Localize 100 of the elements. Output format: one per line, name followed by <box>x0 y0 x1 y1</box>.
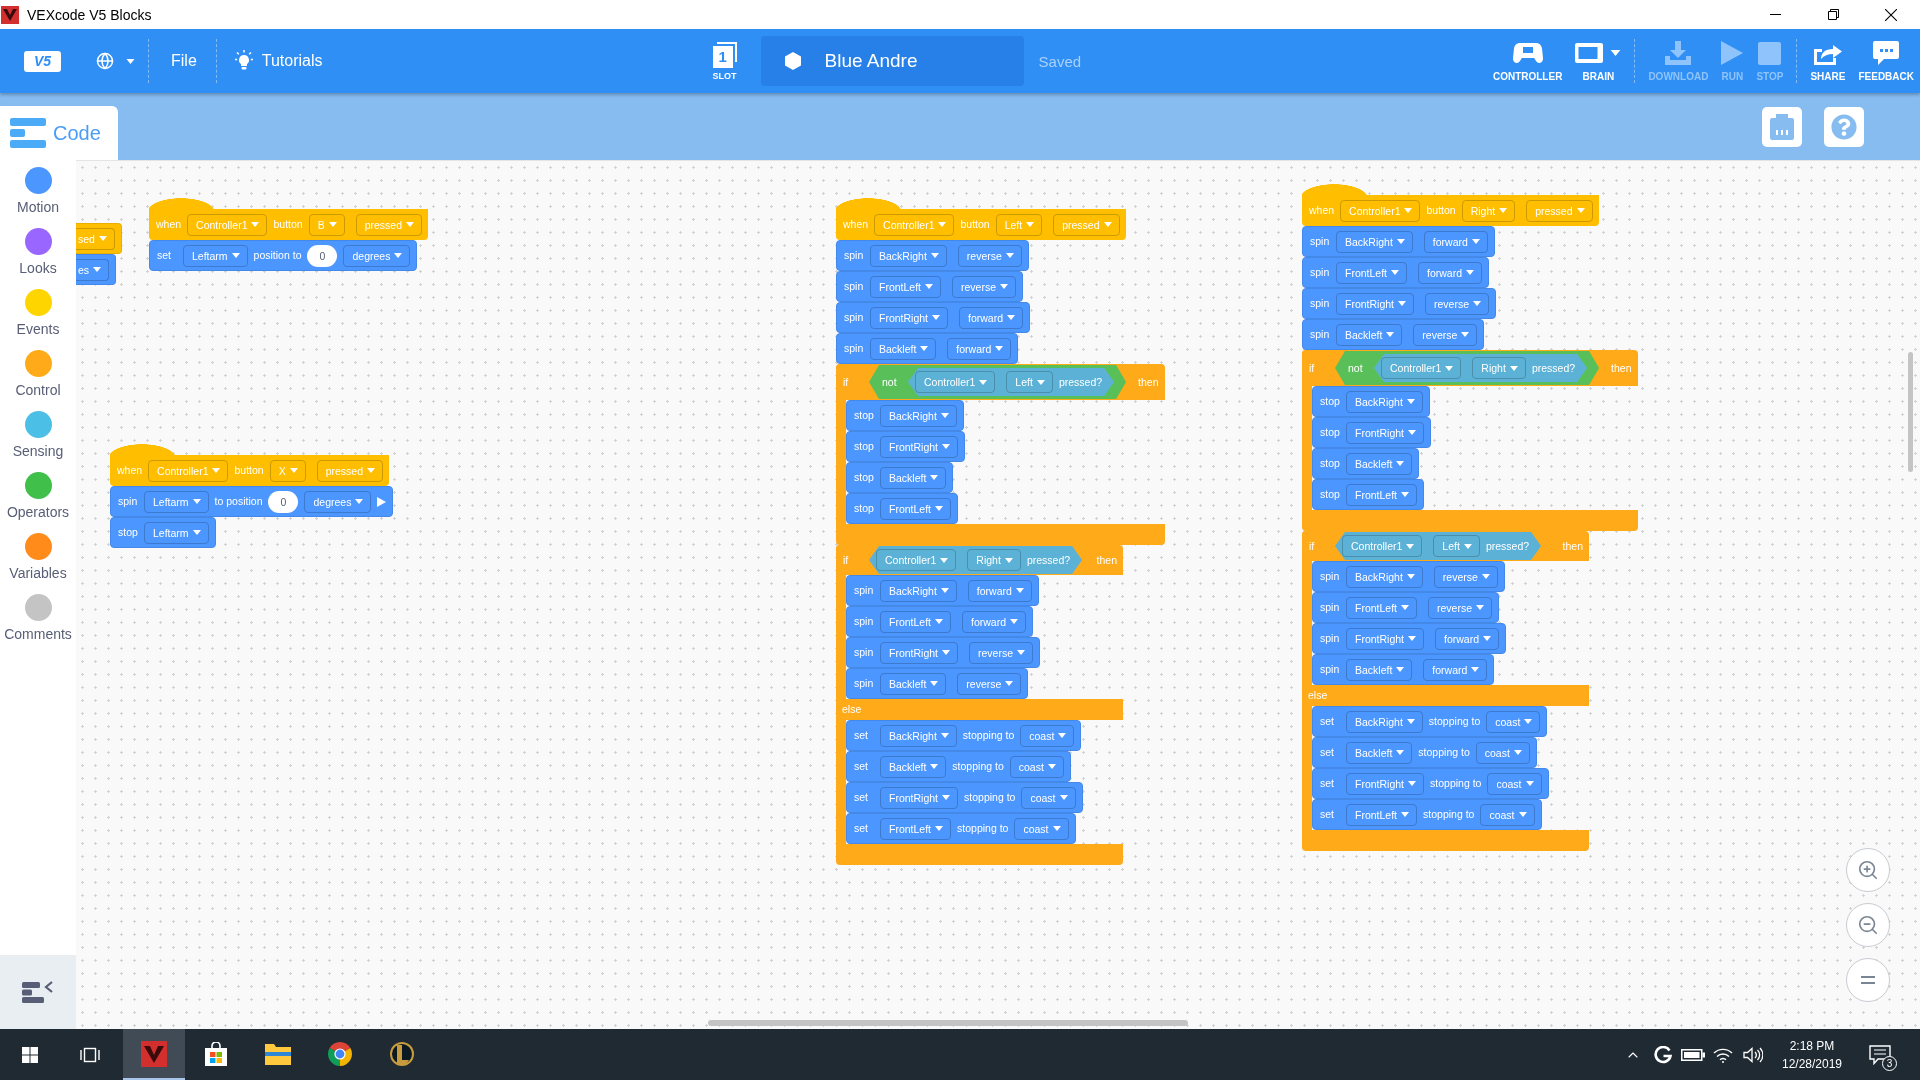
dropdown[interactable]: pressed <box>355 213 423 236</box>
brain-button[interactable]: BRAIN <box>1575 40 1622 82</box>
dropdown[interactable]: Controller1 <box>915 371 996 393</box>
project-name-field[interactable]: Blue Andre <box>760 36 1024 86</box>
reset-zoom-button[interactable] <box>1846 958 1890 1002</box>
dropdown[interactable]: reverse <box>1428 596 1493 619</box>
dropdown[interactable]: FrontLeft <box>870 275 942 298</box>
dropdown[interactable]: reverse <box>952 275 1017 298</box>
dropdown[interactable]: reverse <box>1425 292 1490 315</box>
category-item[interactable]: Looks <box>0 221 76 282</box>
dropdown[interactable]: BackRight <box>880 579 957 602</box>
dropdown[interactable]: coast <box>1486 710 1541 733</box>
dropdown[interactable]: forward <box>967 579 1032 602</box>
flyout-toggle-button[interactable] <box>0 955 76 1029</box>
dropdown[interactable]: reverse <box>1413 323 1478 346</box>
dropdown[interactable]: reverse <box>957 672 1022 695</box>
dropdown[interactable]: Left <box>1433 535 1480 557</box>
dropdown[interactable]: degrees <box>304 490 372 513</box>
number-field[interactable]: 0 <box>307 244 338 267</box>
dropdown[interactable]: reverse <box>957 244 1022 267</box>
wifi-icon[interactable] <box>1713 1046 1733 1063</box>
category-item[interactable]: Motion <box>0 160 76 221</box>
dropdown[interactable]: B <box>308 213 345 236</box>
notification-icon[interactable] <box>1869 1044 1891 1065</box>
dropdown[interactable]: forward <box>1418 261 1483 284</box>
volume-icon[interactable] <box>1743 1046 1763 1063</box>
dropdown[interactable]: es <box>76 258 110 281</box>
dropdown[interactable]: Backleft <box>1346 658 1413 681</box>
dropdown[interactable]: FrontRight <box>870 306 949 329</box>
dropdown[interactable]: Left <box>1006 371 1053 393</box>
dropdown[interactable]: coast <box>1487 772 1542 795</box>
logo-icon[interactable] <box>1654 1045 1672 1064</box>
dropdown[interactable]: BackRight <box>870 244 947 267</box>
restore-icon[interactable] <box>1827 9 1839 20</box>
dropdown[interactable]: FrontLeft <box>1346 803 1418 826</box>
category-item[interactable]: Variables <box>0 526 76 587</box>
dropdown[interactable]: coast <box>1480 803 1535 826</box>
dropdown[interactable]: coast <box>1009 755 1064 778</box>
dropdown[interactable]: FrontRight <box>880 786 959 809</box>
dropdown[interactable]: reverse <box>1433 565 1498 588</box>
dropdown[interactable]: FrontLeft <box>880 610 952 633</box>
dropdown[interactable]: BackRight <box>1346 710 1423 733</box>
start-icon[interactable] <box>22 1046 38 1063</box>
zoom-out-button[interactable] <box>1846 903 1890 947</box>
category-item[interactable]: Control <box>0 343 76 404</box>
dropdown[interactable]: Backleft <box>1346 452 1413 475</box>
controller-button[interactable]: CONTROLLER <box>1492 40 1563 82</box>
tutorials-button[interactable]: Tutorials <box>234 46 323 76</box>
dropdown[interactable]: X <box>269 459 306 482</box>
dropdown[interactable]: Right <box>1461 199 1516 222</box>
dropdown[interactable]: Backleft <box>1346 741 1413 764</box>
dropdown[interactable]: FrontLeft <box>1346 483 1418 506</box>
close-icon[interactable] <box>1885 8 1897 21</box>
dropdown[interactable]: FrontLeft <box>1336 261 1408 284</box>
dropdown[interactable]: Leftarm <box>144 490 209 513</box>
dropdown[interactable]: FrontRight <box>1346 421 1425 444</box>
vertical-scrollbar[interactable] <box>1908 352 1913 472</box>
dropdown[interactable]: forward <box>1423 658 1488 681</box>
dropdown[interactable]: FrontRight <box>1346 772 1425 795</box>
dropdown[interactable]: Leftarm <box>144 521 209 544</box>
category-item[interactable]: Events <box>0 282 76 343</box>
code-tab[interactable]: Code <box>0 106 118 160</box>
dropdown[interactable]: Backleft <box>880 466 947 489</box>
category-item[interactable]: Sensing <box>0 404 76 465</box>
play-icon[interactable] <box>377 496 387 507</box>
dropdown[interactable]: Controller1 <box>1381 357 1462 379</box>
dropdown[interactable]: Controller1 <box>1342 535 1423 557</box>
dropdown[interactable]: Backleft <box>1336 323 1403 346</box>
dropdown[interactable]: BackRight <box>880 724 957 747</box>
dropdown[interactable]: reverse <box>969 641 1034 664</box>
battery-icon[interactable] <box>1681 1048 1705 1061</box>
dropdown[interactable]: BackRight <box>1336 230 1413 253</box>
dropdown[interactable]: FrontLeft <box>1346 596 1418 619</box>
dropdown[interactable]: FrontRight <box>1346 627 1425 650</box>
dropdown[interactable]: forward <box>1435 627 1500 650</box>
dropdown[interactable]: pressed <box>316 459 384 482</box>
dropdown[interactable]: Right <box>1472 357 1526 379</box>
dropdown[interactable]: Right <box>967 549 1021 571</box>
zoom-in-button[interactable] <box>1846 848 1890 892</box>
dropdown[interactable]: FrontLeft <box>880 497 952 520</box>
dropdown[interactable]: FrontRight <box>880 641 959 664</box>
dropdown[interactable]: forward <box>962 610 1027 633</box>
dropdown[interactable]: Left <box>995 213 1043 236</box>
app-logo[interactable]: V5 <box>24 50 61 72</box>
dropdown[interactable]: degrees <box>343 244 411 267</box>
file-menu[interactable]: File <box>171 46 197 76</box>
feedback-button[interactable]: FEEDBACK <box>1858 40 1914 82</box>
dropdown[interactable]: coast <box>1020 724 1075 747</box>
dropdown[interactable]: Controller1 <box>187 213 268 236</box>
task-view-icon[interactable] <box>80 1046 100 1063</box>
category-item[interactable]: Operators <box>0 465 76 526</box>
dropdown[interactable]: FrontRight <box>880 435 959 458</box>
horizontal-scrollbar[interactable] <box>708 1020 1188 1026</box>
dropdown[interactable]: Leftarm <box>183 244 248 267</box>
dropdown[interactable]: Backleft <box>870 337 937 360</box>
dropdown[interactable]: pressed <box>1526 199 1593 222</box>
dropdown[interactable]: Controller1 <box>148 459 229 482</box>
share-button[interactable]: SHARE <box>1810 40 1846 82</box>
number-field[interactable]: 0 <box>268 490 299 513</box>
dropdown[interactable]: BackRight <box>1346 390 1423 413</box>
